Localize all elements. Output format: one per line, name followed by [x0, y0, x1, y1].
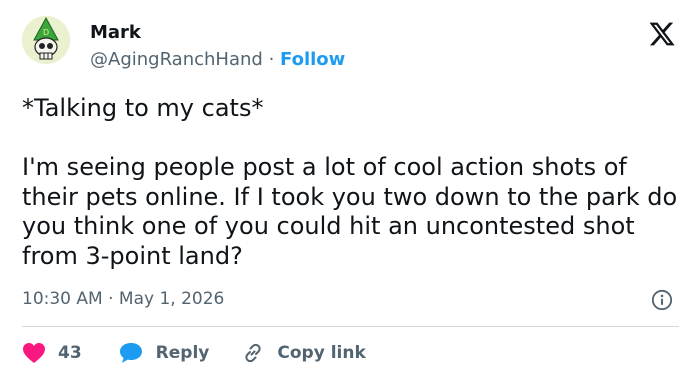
svg-text:D: D — [43, 28, 49, 37]
speech-bubble-icon — [119, 343, 142, 363]
tweet-timestamp[interactable]: 10:30 AM · May 1, 2026 — [22, 289, 224, 309]
tweet-text: *Talking to my cats* I'm seeing people p… — [22, 94, 678, 270]
copy-link-label: Copy link — [277, 343, 366, 363]
follow-button[interactable]: Follow — [280, 49, 345, 70]
heart-icon — [23, 343, 45, 363]
separator-dot: · — [268, 49, 275, 70]
like-count: 43 — [58, 343, 82, 363]
avatar[interactable]: D — [22, 16, 70, 64]
author-name[interactable]: Mark — [90, 22, 141, 43]
copy-link-button[interactable]: Copy link — [241, 341, 366, 365]
info-icon[interactable] — [651, 289, 673, 311]
link-icon — [245, 343, 261, 363]
author-handle-row: @AgingRanchHand · Follow — [90, 49, 345, 70]
like-button[interactable]: 43 — [22, 342, 82, 364]
reply-label: Reply — [155, 343, 210, 363]
divider — [22, 326, 679, 327]
reply-button[interactable]: Reply — [118, 341, 210, 365]
tweet-actions: 43 Reply Copy link — [22, 340, 366, 366]
tweet-card: D Mark @AgingRanchHand · Follow *Talking… — [0, 0, 700, 379]
author-handle[interactable]: @AgingRanchHand — [90, 49, 263, 70]
skull-wizard-avatar-icon: D — [22, 16, 70, 64]
x-logo-icon[interactable] — [648, 20, 676, 48]
